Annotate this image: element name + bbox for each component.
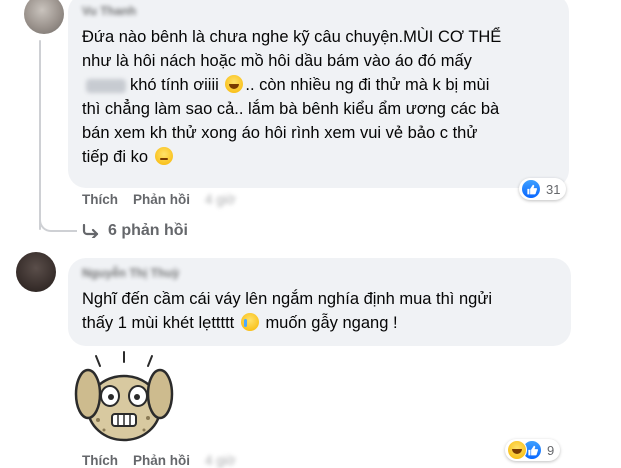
reaction-count: 9 xyxy=(547,442,555,458)
like-icon xyxy=(521,179,541,199)
commenter-avatar[interactable] xyxy=(24,0,64,34)
sticker[interactable] xyxy=(68,350,180,442)
comment-text: Nghĩ đến cầm cái váy lên ngắm nghía định… xyxy=(82,290,493,332)
comment-author[interactable]: Vu Thanh xyxy=(82,4,136,18)
comment-timestamp[interactable]: 4 giờ xyxy=(205,453,236,468)
like-button[interactable]: Thích xyxy=(82,192,118,207)
thread-line xyxy=(39,40,41,230)
reply-button[interactable]: Phản hồi xyxy=(133,453,190,468)
reaction-summary[interactable]: 9 xyxy=(505,439,561,461)
comment-text: Đứa nào bênh là chưa nghe kỹ câu chuyện.… xyxy=(82,28,502,166)
comment-bubble: Vu Thanh Đứa nào bênh là chưa nghe kỹ câ… xyxy=(68,0,569,188)
comment-actions: Thích Phản hồi 4 giờ xyxy=(82,453,236,468)
comment-timestamp[interactable]: 4 giờ xyxy=(205,192,236,207)
reaction-count: 31 xyxy=(546,181,561,197)
thread-connector xyxy=(39,212,77,232)
view-replies-link[interactable]: 6 phản hồi xyxy=(82,222,188,240)
commenter-avatar[interactable] xyxy=(16,252,56,292)
pensive-emoji xyxy=(154,147,173,165)
comment-actions: Thích Phản hồi 4 giờ xyxy=(82,192,236,207)
reply-button[interactable]: Phản hồi xyxy=(133,192,190,207)
haha-icon xyxy=(507,440,527,460)
crying-emoji xyxy=(240,313,259,331)
blurred-word xyxy=(86,78,126,93)
replies-count-label: 6 phản hồi xyxy=(108,222,188,239)
laughing-emoji xyxy=(225,75,244,93)
reaction-summary[interactable]: 31 xyxy=(519,178,567,200)
comment-bubble: Nguyễn Thị Thuỳ Nghĩ đến cầm cái váy lên… xyxy=(68,258,571,346)
like-button[interactable]: Thích xyxy=(82,453,118,468)
reply-arrow-icon xyxy=(82,224,99,238)
comment-author[interactable]: Nguyễn Thị Thuỳ xyxy=(82,266,179,280)
